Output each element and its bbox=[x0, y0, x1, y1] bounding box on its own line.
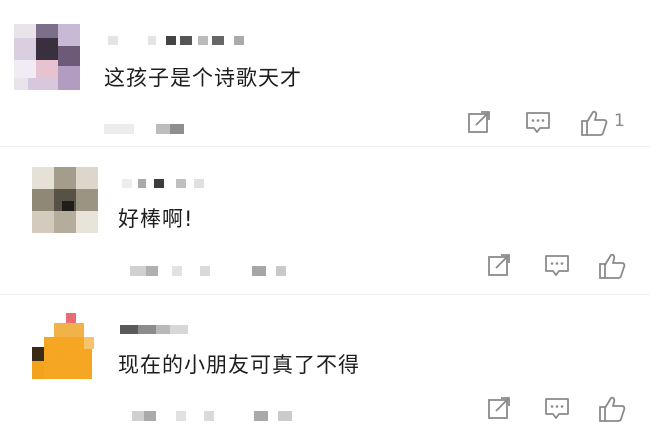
share-square-icon bbox=[488, 254, 510, 276]
comment-actions bbox=[486, 252, 636, 282]
comment-item: 好棒啊! bbox=[0, 147, 650, 293]
thumbs-up-icon bbox=[581, 110, 608, 136]
comment-meta-blurred bbox=[132, 411, 322, 421]
share-square-icon bbox=[468, 111, 490, 133]
thumbs-up-icon bbox=[599, 396, 626, 422]
like-button[interactable]: 1 bbox=[580, 109, 640, 139]
username-blurred[interactable] bbox=[108, 36, 258, 45]
comment-meta-blurred bbox=[130, 266, 320, 276]
comment-bubble-icon bbox=[545, 255, 569, 276]
avatar[interactable] bbox=[14, 24, 80, 90]
reply-button[interactable] bbox=[544, 395, 572, 425]
like-button[interactable] bbox=[598, 395, 632, 425]
forward-button[interactable] bbox=[486, 395, 514, 425]
like-count: 1 bbox=[614, 111, 625, 131]
forward-button[interactable] bbox=[486, 252, 514, 282]
comment-text: 这孩子是个诗歌天才 bbox=[104, 66, 302, 90]
avatar[interactable] bbox=[32, 313, 98, 379]
username-blurred[interactable] bbox=[122, 179, 232, 188]
comment-actions: 1 bbox=[466, 109, 646, 139]
username-blurred[interactable] bbox=[120, 325, 200, 334]
comment-item: 现在的小朋友可真了不得 bbox=[0, 295, 650, 433]
comment-actions bbox=[486, 395, 636, 425]
like-button[interactable] bbox=[598, 252, 632, 282]
comment-bubble-icon bbox=[526, 112, 550, 133]
comment-bubble-icon bbox=[545, 398, 569, 419]
comment-item: 这孩子是个诗歌天才 1 bbox=[0, 0, 650, 145]
reply-button[interactable] bbox=[544, 252, 572, 282]
reply-button[interactable] bbox=[525, 109, 553, 139]
comment-text: 好棒啊! bbox=[118, 207, 194, 231]
forward-button[interactable] bbox=[466, 109, 494, 139]
share-square-icon bbox=[488, 397, 510, 419]
comment-text: 现在的小朋友可真了不得 bbox=[118, 353, 360, 377]
comment-meta-blurred bbox=[104, 124, 284, 134]
thumbs-up-icon bbox=[599, 253, 626, 279]
avatar[interactable] bbox=[32, 167, 98, 233]
